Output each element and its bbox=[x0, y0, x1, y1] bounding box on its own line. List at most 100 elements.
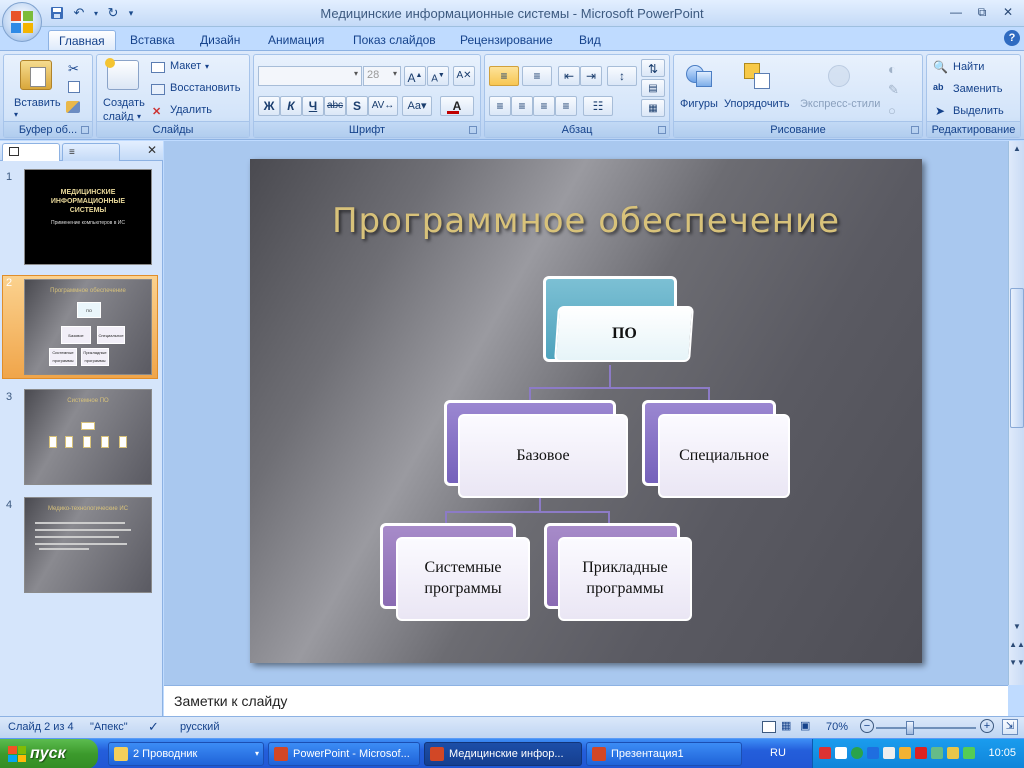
shrink-font-icon[interactable]: A▼ bbox=[427, 66, 449, 86]
shapes-icon[interactable] bbox=[684, 61, 714, 91]
shape-effects-icon[interactable]: ○ bbox=[888, 103, 896, 118]
group-dropdown-icon[interactable]: ▾ bbox=[255, 743, 259, 765]
paragraph-launcher-icon[interactable] bbox=[658, 126, 666, 134]
node-applied-programs[interactable]: Прикладные программы bbox=[558, 537, 692, 621]
strikethrough-icon[interactable]: abc bbox=[324, 96, 346, 116]
shape-outline-icon[interactable]: ✎ bbox=[888, 82, 899, 98]
slide-sorter-icon[interactable]: ▦ bbox=[781, 719, 791, 732]
quick-styles-icon[interactable] bbox=[824, 61, 854, 91]
align-text-icon[interactable]: ▤ bbox=[641, 79, 665, 97]
spellcheck-icon[interactable]: ✓ bbox=[148, 719, 159, 735]
change-case-icon[interactable]: Aa▾ bbox=[402, 96, 432, 116]
tab-design[interactable]: Дизайн bbox=[190, 30, 250, 51]
line-spacing-icon[interactable]: ↕ bbox=[607, 66, 637, 86]
tab-animation[interactable]: Анимация bbox=[258, 30, 334, 51]
shape-fill-icon[interactable]: ◐ bbox=[888, 61, 896, 77]
paste-dropdown-icon[interactable]: ▾ bbox=[14, 110, 18, 119]
root-node[interactable]: ПО bbox=[554, 306, 694, 362]
new-slide-icon[interactable] bbox=[105, 58, 139, 90]
increase-indent-icon[interactable]: ⇥ bbox=[580, 66, 602, 86]
slide-thumbnail[interactable]: Программное обеспечение ПО Базовое Специ… bbox=[24, 279, 152, 375]
tab-view[interactable]: Вид bbox=[569, 30, 611, 51]
taskbar-item-explorer[interactable]: 2 Проводник ▾ bbox=[108, 742, 264, 766]
select-button[interactable]: Выделить bbox=[953, 105, 1004, 117]
fit-to-window-icon[interactable]: ⇲ bbox=[1002, 719, 1018, 735]
close-icon[interactable]: ✕ bbox=[996, 3, 1020, 21]
numbering-icon[interactable]: ≡ bbox=[522, 66, 552, 86]
font-name-dropdown-icon[interactable]: ▾ bbox=[354, 69, 358, 78]
align-center-icon[interactable]: ≡ bbox=[511, 96, 533, 116]
bullets-icon[interactable]: ≡ bbox=[489, 66, 519, 86]
font-size-dropdown-icon[interactable]: ▾ bbox=[393, 69, 397, 78]
replace-button[interactable]: Заменить bbox=[953, 83, 1002, 95]
font-launcher-icon[interactable] bbox=[469, 126, 477, 134]
copy-icon[interactable] bbox=[68, 81, 80, 93]
font-size-combo[interactable]: 28 ▾ bbox=[363, 66, 401, 86]
zoom-out-icon[interactable]: − bbox=[860, 719, 874, 733]
slide-thumbnail[interactable]: Системное ПО bbox=[24, 389, 152, 485]
tab-review[interactable]: Рецензирование bbox=[450, 30, 563, 51]
grow-font-icon[interactable]: A▲ bbox=[404, 66, 426, 86]
slideshow-view-icon[interactable]: ▣ bbox=[800, 719, 810, 732]
shapes-button[interactable]: Фигуры bbox=[680, 98, 718, 110]
underline-icon[interactable]: Ч bbox=[302, 96, 324, 116]
tab-slides[interactable] bbox=[2, 143, 60, 161]
drawing-launcher-icon[interactable] bbox=[911, 126, 919, 134]
justify-icon[interactable]: ≡ bbox=[555, 96, 577, 116]
font-color-icon[interactable]: A bbox=[440, 96, 474, 116]
slide-thumbnail[interactable]: Медико-технологические ИС bbox=[24, 497, 152, 593]
tab-home[interactable]: Главная bbox=[48, 30, 116, 51]
help-icon[interactable]: ? bbox=[1004, 30, 1020, 46]
columns-icon[interactable]: ☷ bbox=[583, 96, 613, 116]
minimize-icon[interactable]: — bbox=[944, 3, 968, 21]
security-icon[interactable] bbox=[899, 747, 911, 759]
next-slide-icon[interactable]: ▼▼ bbox=[1009, 655, 1024, 671]
restore-icon[interactable]: ⧉ bbox=[970, 3, 994, 21]
scroll-up-icon[interactable]: ▲ bbox=[1009, 141, 1024, 157]
font-name-combo[interactable]: ▾ bbox=[258, 66, 362, 86]
new-slide-button[interactable]: Создать bbox=[103, 97, 145, 109]
arrange-icon[interactable] bbox=[742, 61, 772, 91]
layout-button[interactable]: Макет bbox=[170, 60, 201, 72]
vertical-scrollbar[interactable]: ▲ ▼ ▲▲ ▼▼ bbox=[1008, 141, 1024, 685]
close-pane-icon[interactable]: ✕ bbox=[147, 143, 157, 157]
office-button[interactable] bbox=[2, 2, 42, 42]
arrange-button[interactable]: Упорядочить bbox=[724, 98, 789, 110]
network-icon[interactable] bbox=[835, 747, 847, 759]
align-left-icon[interactable]: ≡ bbox=[489, 96, 511, 116]
language-bar[interactable]: RU bbox=[770, 747, 786, 759]
update-icon[interactable] bbox=[851, 747, 863, 759]
taskbar-item-powerpoint[interactable]: PowerPoint - Microsof... bbox=[268, 742, 420, 766]
usb-icon[interactable] bbox=[931, 747, 943, 759]
decrease-indent-icon[interactable]: ⇤ bbox=[558, 66, 580, 86]
quick-styles-button[interactable]: Экспресс-стили bbox=[800, 98, 880, 110]
layout-dropdown-icon[interactable]: ▾ bbox=[205, 62, 209, 71]
power-icon[interactable] bbox=[947, 747, 959, 759]
alert-icon[interactable] bbox=[915, 747, 927, 759]
volume-icon[interactable] bbox=[883, 747, 895, 759]
zoom-slider[interactable] bbox=[876, 727, 976, 729]
antivirus-icon[interactable] bbox=[819, 747, 831, 759]
sync-icon[interactable] bbox=[963, 747, 975, 759]
zoom-level[interactable]: 70% bbox=[826, 721, 848, 733]
zoom-slider-handle[interactable] bbox=[906, 721, 914, 735]
scroll-down-icon[interactable]: ▼ bbox=[1009, 619, 1024, 635]
slide-thumbnail[interactable]: МЕДИЦИНСКИЕ ИНФОРМАЦИОННЫЕ СИСТЕМЫ Приме… bbox=[24, 169, 152, 265]
scrollbar-thumb[interactable] bbox=[1010, 288, 1024, 428]
format-painter-icon[interactable] bbox=[66, 101, 80, 113]
start-button[interactable]: пуск bbox=[0, 739, 98, 768]
taskbar-item-presentation-active[interactable]: Медицинские инфор... bbox=[424, 742, 582, 766]
reset-button[interactable]: Восстановить bbox=[170, 82, 240, 94]
language-indicator[interactable]: русский bbox=[180, 721, 219, 733]
find-button[interactable]: Найти bbox=[953, 61, 984, 73]
slide-title[interactable]: Программное обеспечение bbox=[250, 201, 922, 241]
zoom-in-icon[interactable]: + bbox=[980, 719, 994, 733]
smartart-convert-icon[interactable]: ▦ bbox=[641, 99, 665, 117]
clipboard-launcher-icon[interactable] bbox=[81, 126, 89, 134]
new-slide-dropdown-icon[interactable]: ▾ bbox=[137, 112, 141, 121]
cut-icon[interactable]: ✂ bbox=[68, 61, 79, 77]
bold-icon[interactable]: Ж bbox=[258, 96, 280, 116]
align-right-icon[interactable]: ≡ bbox=[533, 96, 555, 116]
char-spacing-icon[interactable]: AV↔ bbox=[368, 96, 398, 116]
node-base[interactable]: Базовое bbox=[458, 414, 628, 498]
